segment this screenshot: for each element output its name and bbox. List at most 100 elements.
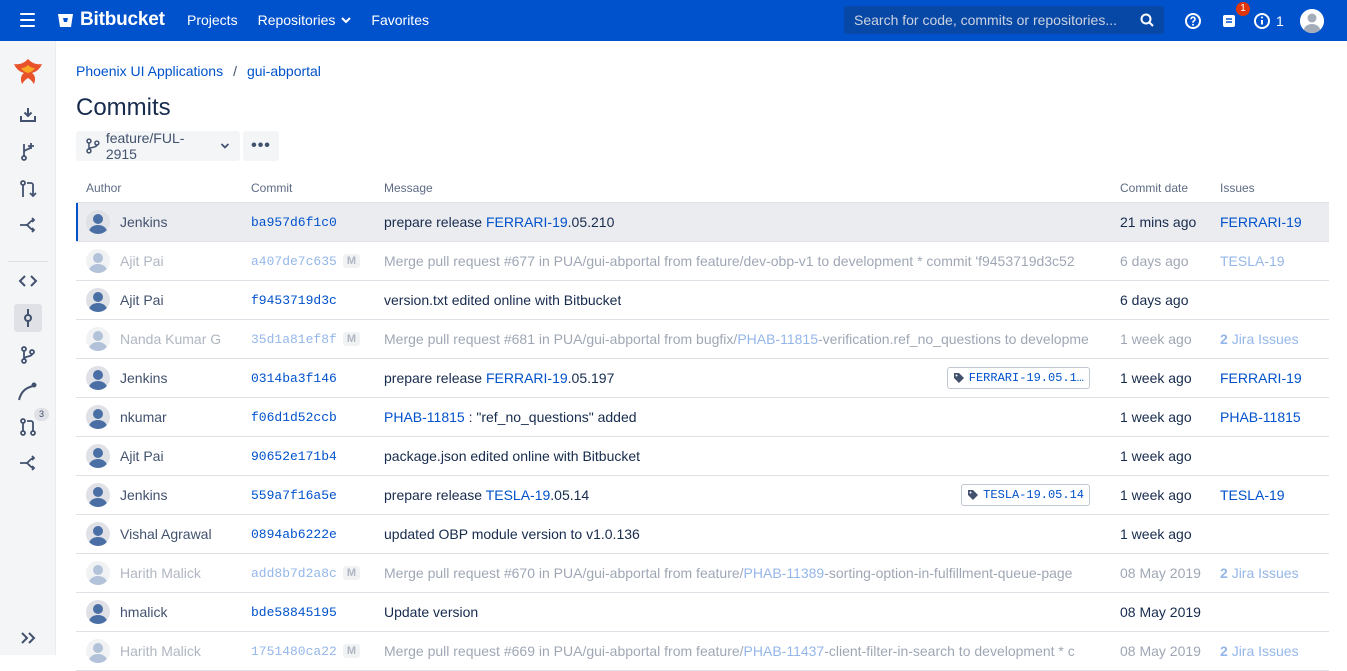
phoenix-logo-icon[interactable] xyxy=(11,56,45,90)
table-row[interactable]: Ajit Pai a407de7c635 M Merge pull request #… xyxy=(76,241,1329,281)
issue-link[interactable]: PHAB-11389 xyxy=(744,565,825,581)
commit-hash-link[interactable]: f06d1d52ccb xyxy=(251,410,337,425)
message-text: -verification.ref_no_questions to develo… xyxy=(818,330,1089,347)
issue-link[interactable]: TESLA-19 xyxy=(1220,253,1285,269)
issue-link[interactable]: TESLA-19 xyxy=(486,487,551,503)
table-row[interactable]: Jenkins 559a7f16a5e prepare release TESLA-… xyxy=(76,475,1329,515)
table-row[interactable]: Jenkins 0314ba3f146 prepare release FERRAR… xyxy=(76,358,1329,398)
issue-link[interactable]: FERRARI-19 xyxy=(1220,214,1302,230)
issue-count: 2 xyxy=(1220,564,1228,581)
issues-cell xyxy=(1220,592,1329,632)
clone-icon[interactable] xyxy=(14,101,42,129)
issues-link[interactable]: 2 Jira Issues xyxy=(1220,565,1299,581)
author-name: Vishal Agrawal xyxy=(120,525,212,542)
date-cell: 6 days ago xyxy=(1120,280,1220,320)
issues-cell: FERRARI-19 xyxy=(1220,358,1329,398)
builds-graph-icon[interactable] xyxy=(14,377,42,405)
commit-hash-link[interactable]: 0314ba3f146 xyxy=(251,371,337,386)
table-row[interactable]: Ajit Pai 90652e171b4 package.json edited o… xyxy=(76,436,1329,476)
more-icon: ••• xyxy=(251,137,271,154)
avatar xyxy=(86,248,110,273)
commit-cell: bde58845195 xyxy=(251,592,384,632)
tag-label[interactable]: TESLA-19.05.14 xyxy=(961,483,1090,506)
nav-favorites[interactable]: Favorites xyxy=(371,12,429,28)
more-actions-button[interactable]: ••• xyxy=(243,131,279,161)
issue-label: Jira Issues xyxy=(1231,330,1299,347)
issue-link[interactable]: PHAB-11815 xyxy=(1220,409,1301,425)
avatar xyxy=(86,482,110,507)
message-text: Merge pull request #681 in PUA/gui-abpor… xyxy=(384,330,738,347)
issue-link[interactable]: FERRARI-19 xyxy=(1220,370,1302,386)
author-name: Jenkins xyxy=(120,369,168,386)
date-cell: 1 week ago xyxy=(1120,397,1220,437)
commit-hash-link[interactable]: ba957d6f1c0 xyxy=(251,215,337,230)
author-name: Jenkins xyxy=(120,486,168,503)
breadcrumb-project[interactable]: Phoenix UI Applications xyxy=(76,63,223,79)
issues-cell: TESLA-19 xyxy=(1220,241,1329,281)
issue-count: 2 xyxy=(1220,330,1228,347)
issue-link[interactable]: PHAB-11437 xyxy=(744,643,825,659)
branch-icon xyxy=(86,138,100,154)
nav-repositories[interactable]: Repositories xyxy=(258,12,352,28)
header-message: Message xyxy=(384,174,1120,203)
fork-icon-2[interactable] xyxy=(14,449,42,477)
commit-cell: 1751480ca22 M xyxy=(251,631,384,671)
branch-selector[interactable]: feature/FUL-2915 xyxy=(76,130,240,162)
commits-icon[interactable] xyxy=(14,304,42,332)
bitbucket-logo[interactable]: Bitbucket xyxy=(57,9,165,31)
issue-link[interactable]: PHAB-11815 xyxy=(384,409,465,425)
table-row[interactable]: Ajit Pai f9453719d3c version.txt edited on… xyxy=(76,280,1329,320)
create-pull-request-icon[interactable] xyxy=(14,175,42,203)
user-avatar[interactable] xyxy=(1299,8,1324,33)
author-name: Ajit Pai xyxy=(120,291,164,308)
branches-icon[interactable] xyxy=(14,341,42,369)
commit-cell: a407de7c635 M xyxy=(251,241,384,281)
avatar xyxy=(86,326,110,351)
commit-hash-link[interactable]: 90652e171b4 xyxy=(251,449,337,464)
source-icon[interactable] xyxy=(14,267,42,295)
avatar xyxy=(86,560,110,585)
commit-hash-link[interactable]: add8b7d2a8c xyxy=(251,566,337,581)
issue-link[interactable]: PHAB-11815 xyxy=(737,331,818,347)
notifications-icon[interactable]: 1 xyxy=(1218,1,1250,32)
issue-link[interactable]: FERRARI-19 xyxy=(486,214,568,230)
issue-link[interactable]: FERRARI-19 xyxy=(486,370,568,386)
commit-hash-link[interactable]: 559a7f16a5e xyxy=(251,488,337,503)
app-name: Bitbucket xyxy=(80,9,165,30)
commit-hash-link[interactable]: 35d1a81ef8f xyxy=(251,332,337,347)
avatar xyxy=(86,638,110,663)
expand-sidebar-icon[interactable] xyxy=(14,624,42,652)
message-text: -client-filter-in-search to development … xyxy=(824,642,1075,659)
table-row[interactable]: nkumar f06d1d52ccb PHAB-11815 : "ref_no_qu… xyxy=(76,397,1329,437)
breadcrumb-repo[interactable]: gui-abportal xyxy=(247,63,321,79)
message-cell: version.txt edited online with Bitbucket xyxy=(384,280,1120,320)
commit-hash-link[interactable]: a407de7c635 xyxy=(251,254,337,269)
commit-hash-link[interactable]: 0894ab6222e xyxy=(251,527,337,542)
nav-projects[interactable]: Projects xyxy=(187,12,238,28)
commit-hash-link[interactable]: 1751480ca22 xyxy=(251,644,337,659)
table-row[interactable]: hmalick bde58845195 Update version 08 May 2… xyxy=(76,592,1329,632)
issue-link[interactable]: TESLA-19 xyxy=(1220,487,1285,503)
header-issues: Issues xyxy=(1220,174,1329,203)
search-input[interactable]: Search for code, commits or repositories… xyxy=(844,6,1164,34)
commit-hash-link[interactable]: f9453719d3c xyxy=(251,293,337,308)
info-menu[interactable]: 1 xyxy=(1254,12,1284,29)
avatar xyxy=(86,521,110,546)
fork-icon[interactable] xyxy=(14,211,42,239)
menu-icon[interactable] xyxy=(20,13,35,27)
tag-label[interactable]: FERRARI-19.05.1… xyxy=(946,366,1090,389)
commit-hash-link[interactable]: bde58845195 xyxy=(251,605,337,620)
commit-date: 08 May 2019 xyxy=(1120,603,1201,620)
info-icon xyxy=(1254,12,1270,29)
author-cell: Ajit Pai xyxy=(76,280,251,320)
issues-link[interactable]: 2 Jira Issues xyxy=(1220,643,1299,659)
table-row[interactable]: Harith Malick 1751480ca22 M Merge pull requ… xyxy=(76,631,1329,671)
issues-link[interactable]: 2 Jira Issues xyxy=(1220,331,1299,347)
page-title: Commits xyxy=(76,94,171,121)
table-row[interactable]: Vishal Agrawal 0894ab6222e updated OBP mod… xyxy=(76,514,1329,554)
create-branch-icon[interactable] xyxy=(14,138,42,166)
table-row[interactable]: Harith Malick add8b7d2a8c M Merge pull requ… xyxy=(76,553,1329,593)
help-icon[interactable] xyxy=(1182,10,1204,32)
table-row[interactable]: Jenkins ba957d6f1c0 prepare release FERRAR… xyxy=(76,202,1329,242)
table-row[interactable]: Nanda Kumar G 35d1a81ef8f M Merge pull requ… xyxy=(76,319,1329,359)
